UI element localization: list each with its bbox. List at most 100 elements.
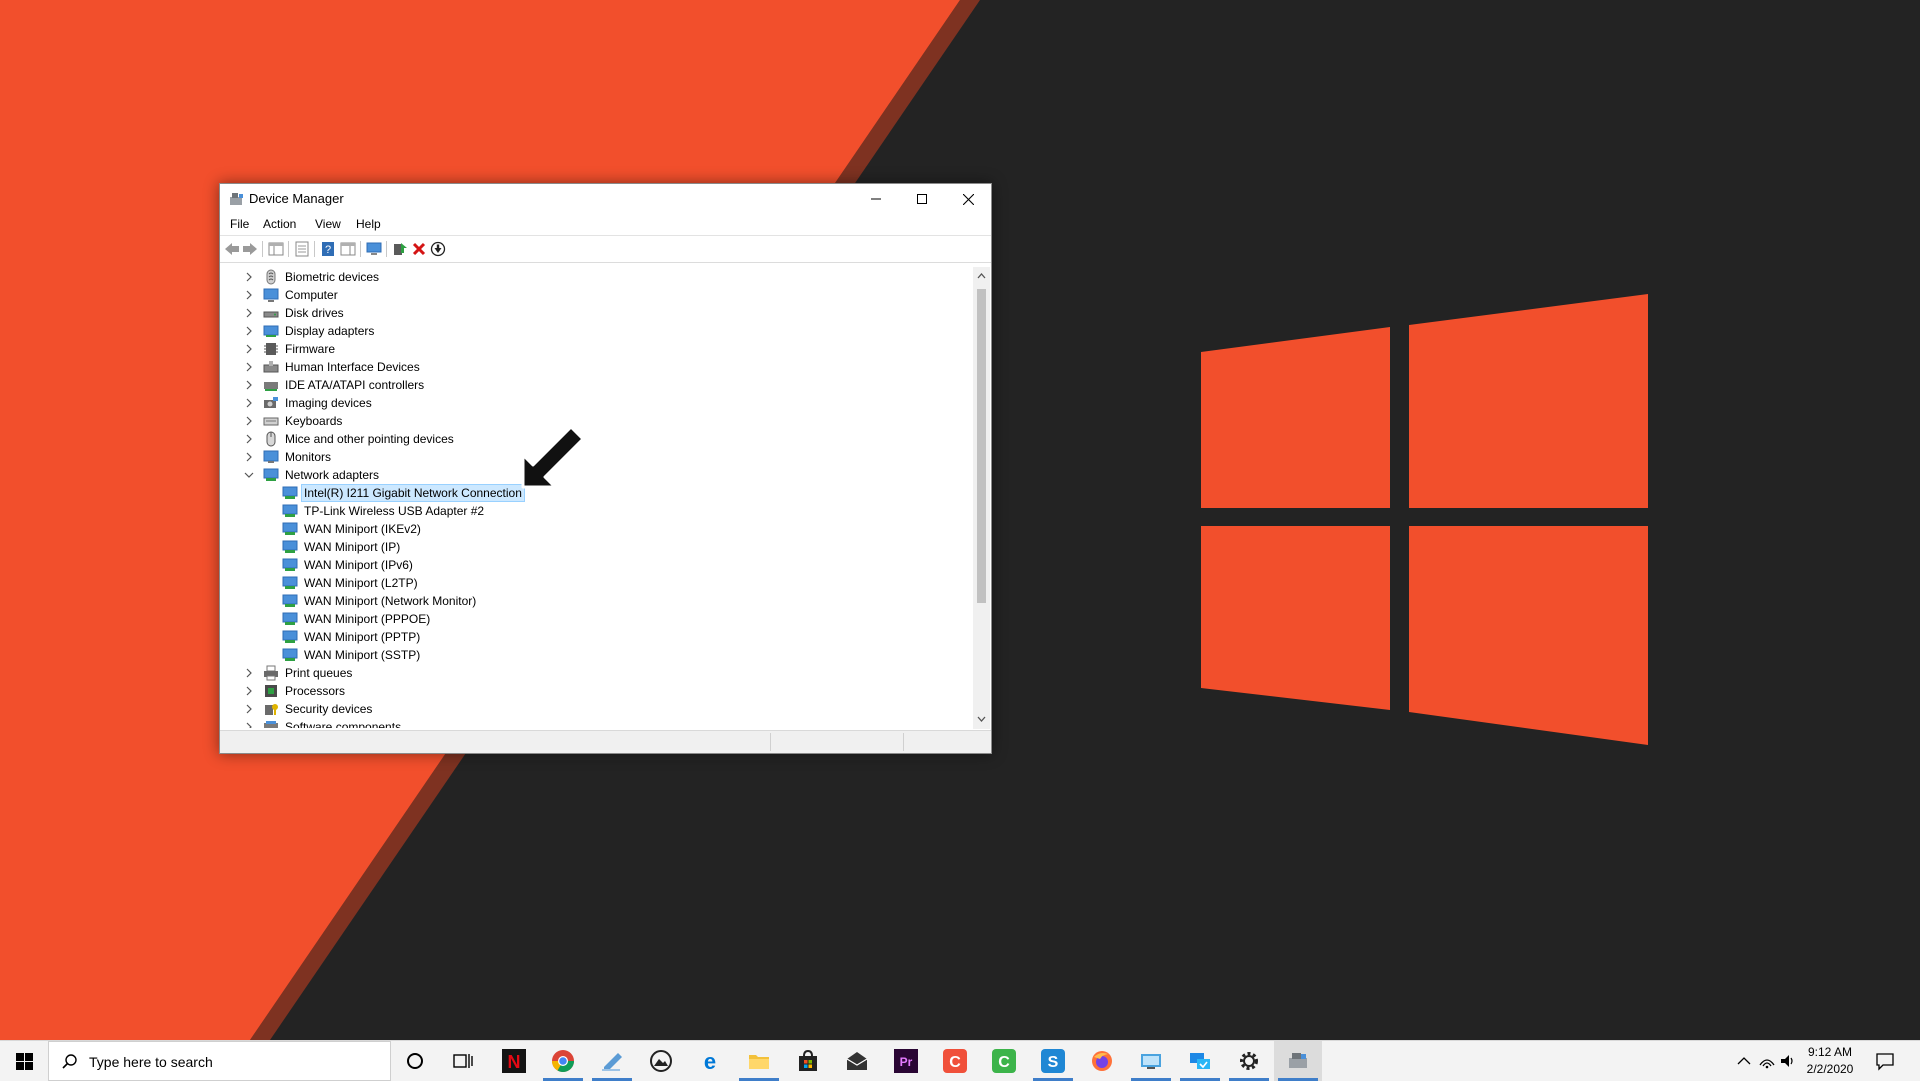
tree-device-label: WAN Miniport (L2TP) [304,576,418,590]
chevron-right-icon[interactable] [244,434,254,444]
chevron-right-icon[interactable] [244,668,254,678]
chevron-right-icon[interactable] [244,272,254,282]
taskbar-device-manager[interactable] [1274,1041,1322,1081]
toolbar-separator [288,241,289,257]
forward-icon[interactable] [242,241,258,257]
taskbar-search-box[interactable]: Type here to search [48,1041,391,1081]
wifi-icon[interactable] [1758,1051,1776,1071]
taskbar-mail[interactable] [833,1041,881,1081]
network-adapter-icon [263,468,279,481]
tree-device-label: WAN Miniport (IKEv2) [304,522,421,536]
taskbar-photos[interactable] [637,1041,685,1081]
file-explorer-icon [749,1055,769,1069]
status-separator [770,733,771,751]
chevron-right-icon[interactable] [244,290,254,300]
chevron-right-icon[interactable] [244,704,254,714]
chevron-right-icon[interactable] [244,686,254,696]
chevron-right-icon[interactable] [244,344,254,354]
taskbar-notepad[interactable] [588,1041,636,1081]
clock-date: 2/2/2020 [1806,1062,1854,1076]
taskbar-cortana[interactable] [391,1041,439,1081]
network-adapter-icon [282,648,298,661]
taskbar-chrome[interactable] [539,1041,587,1081]
chevron-right-icon[interactable] [244,416,254,426]
scroll-down-icon[interactable] [977,714,986,723]
update-driver-icon[interactable] [392,241,408,257]
processor-icon [265,685,277,697]
disable-device-icon[interactable] [430,241,446,257]
help-icon[interactable]: ? [320,241,336,257]
action-center-icon[interactable] [1875,1051,1895,1071]
minimize-button[interactable] [853,184,899,214]
show-hidden-icons-chevron-up-icon[interactable] [1735,1051,1753,1071]
notepad-icon [602,1053,622,1071]
svg-text:N: N [508,1052,521,1072]
tree-device-label: TP-Link Wireless USB Adapter #2 [304,504,485,518]
taskbar-network-share[interactable] [1176,1041,1224,1081]
vertical-scrollbar[interactable] [973,267,990,729]
taskbar-edge[interactable]: e [686,1041,734,1081]
uninstall-device-icon[interactable] [411,241,427,257]
settings-icon [1240,1052,1258,1070]
windows-start-icon [15,1052,33,1070]
scroll-up-icon[interactable] [977,272,986,281]
search-placeholder: Type here to search [89,1054,213,1070]
taskbar-camtasia[interactable]: C [931,1041,979,1081]
task-view-icon [453,1054,473,1068]
title-bar[interactable]: Device Manager [220,184,991,214]
taskbar-camtasia-green[interactable]: C [980,1041,1028,1081]
show-hide-console-tree-icon[interactable] [268,241,284,257]
taskbar-file-explorer[interactable] [735,1041,783,1081]
chevron-right-icon[interactable] [244,380,254,390]
chevron-right-icon[interactable] [244,722,254,728]
chevron-right-icon[interactable] [244,362,254,372]
menu-action[interactable]: Action [263,217,296,231]
camtasia-icon: C [943,1049,967,1073]
maximize-button[interactable] [899,184,945,214]
close-button[interactable] [945,184,991,214]
taskbar-clock[interactable]: 9:12 AM 2/2/2020 [1800,1044,1860,1078]
mouse-icon [266,431,276,447]
clock-time: 9:12 AM [1807,1045,1853,1059]
keyboard-icon [263,417,279,426]
toolbar-separator [386,241,387,257]
network-adapter-icon [282,558,298,571]
back-icon[interactable] [224,241,240,257]
chevron-down-icon[interactable] [244,470,254,480]
taskbar-settings[interactable] [1225,1041,1273,1081]
taskbar-task-view[interactable] [439,1041,487,1081]
taskbar-premiere[interactable]: Pr [882,1041,930,1081]
menu-help[interactable]: Help [356,217,381,231]
tree-device-label: WAN Miniport (SSTP) [304,648,421,662]
scan-hardware-icon[interactable] [366,241,382,257]
svg-text:?: ? [325,244,331,256]
tree-device-label: WAN Miniport (IP) [304,540,401,554]
fingerprint-icon [266,269,276,285]
taskbar-store[interactable] [784,1041,832,1081]
printer-icon [264,665,278,681]
chevron-right-icon[interactable] [244,308,254,318]
tree-device-label: WAN Miniport (IPv6) [304,558,413,572]
minimize-icon [871,198,881,200]
action-pane-icon[interactable] [340,241,356,257]
start-button[interactable] [0,1041,48,1081]
window-title: Device Manager [249,191,344,206]
chevron-right-icon[interactable] [244,452,254,462]
camtasia-green-icon: C [992,1049,1016,1073]
network-adapter-icon [282,504,298,517]
scrollbar-thumb[interactable] [977,289,986,603]
volume-icon[interactable] [1779,1051,1797,1071]
hid-icon [263,361,279,373]
network-adapter-icon [282,630,298,643]
taskbar-remote-desktop[interactable] [1127,1041,1175,1081]
chevron-right-icon[interactable] [244,326,254,336]
network-adapter-icon [282,522,298,535]
menu-view[interactable]: View [315,217,341,231]
taskbar-snagit[interactable]: S [1029,1041,1077,1081]
netflix-icon: N [502,1049,526,1073]
taskbar-netflix[interactable]: N [490,1041,538,1081]
taskbar-firefox[interactable] [1078,1041,1126,1081]
menu-file[interactable]: File [230,217,249,231]
properties-icon[interactable] [294,241,310,257]
chevron-right-icon[interactable] [244,398,254,408]
